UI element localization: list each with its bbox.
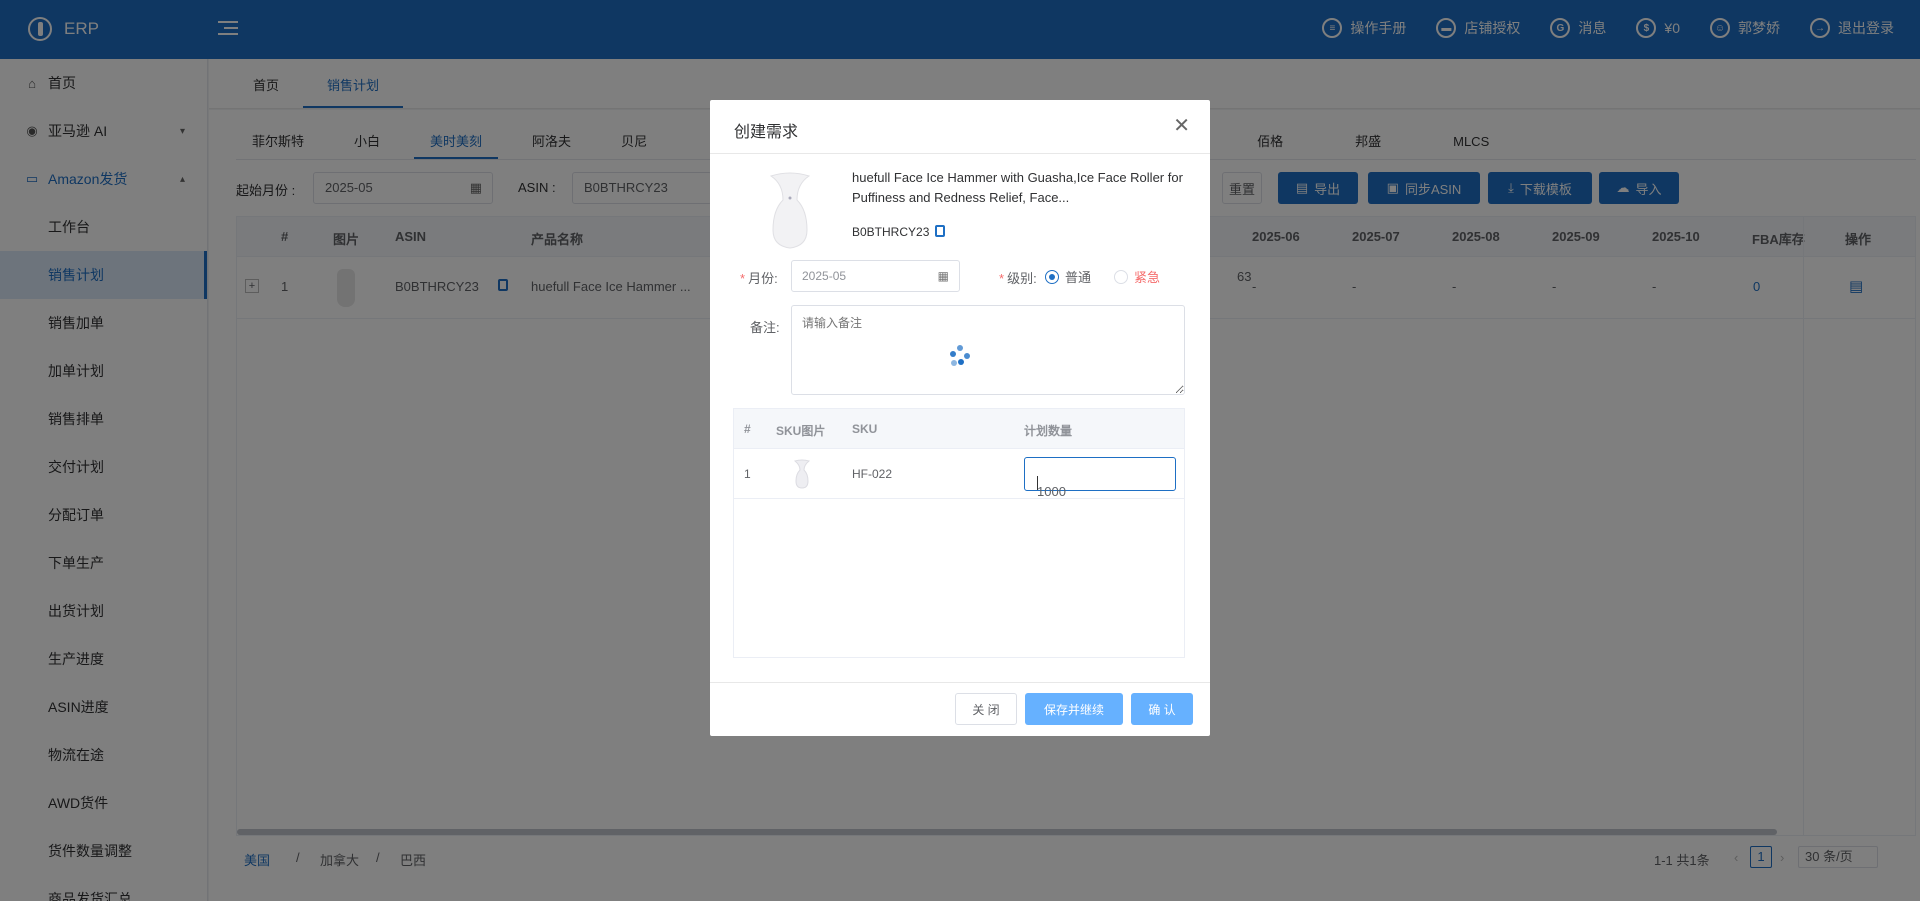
sku-col-index: # xyxy=(744,422,751,436)
month-label-text: 月份: xyxy=(748,271,778,286)
required-mark: * xyxy=(740,271,746,286)
sku-code: HF-022 xyxy=(852,467,893,481)
sku-table: # SKU图片 SKU 计划数量 1 HF-022 1000 xyxy=(733,408,1185,658)
product-image xyxy=(769,172,811,249)
planned-quantity-value: 1000 xyxy=(1037,484,1066,499)
create-demand-dialog: 创建需求 ✕ huefull Face Ice Hammer with Guas… xyxy=(710,100,1210,736)
confirm-button[interactable]: 确 认 xyxy=(1131,693,1193,725)
sku-thumbnail xyxy=(794,459,810,489)
level-normal-label: 普通 xyxy=(1065,270,1092,285)
product-name: huefull Face Ice Hammer with Guasha,Ice … xyxy=(852,170,1183,205)
dialog-title: 创建需求 xyxy=(734,124,799,141)
save-continue-button[interactable]: 保存并继续 xyxy=(1025,693,1123,725)
dialog-header: 创建需求 ✕ xyxy=(710,100,1210,154)
sku-table-header: # SKU图片 SKU 计划数量 xyxy=(734,409,1184,449)
month-picker[interactable]: 2025-05 ▦ xyxy=(791,260,960,292)
sku-col-qty: 计划数量 xyxy=(1024,424,1073,438)
close-button[interactable]: 关 闭 xyxy=(955,693,1017,725)
sku-row-index: 1 xyxy=(744,467,751,481)
copy-icon[interactable] xyxy=(935,225,946,237)
sku-row: 1 HF-022 1000 xyxy=(734,449,1184,499)
text-cursor xyxy=(1037,476,1038,490)
loading-spinner-icon xyxy=(948,345,972,369)
month-label: * 月份: xyxy=(740,268,778,287)
dialog-footer: 关 闭 保存并继续 确 认 xyxy=(710,682,1210,736)
close-icon[interactable]: ✕ xyxy=(1173,116,1190,136)
level-urgent-label: 紧急 xyxy=(1134,270,1161,285)
note-textarea[interactable] xyxy=(791,305,1185,395)
planned-quantity-input[interactable]: 1000 xyxy=(1024,457,1176,499)
product-asin: B0BTHRCY23 xyxy=(852,225,946,239)
sku-col-image: SKU图片 xyxy=(776,424,826,438)
calendar-icon: ▦ xyxy=(937,269,949,283)
required-mark: * xyxy=(999,271,1005,286)
radio-unchecked-icon xyxy=(1114,269,1128,284)
note-label: 备注: xyxy=(750,320,780,335)
asin-text: B0BTHRCY23 xyxy=(852,225,930,239)
level-label: * 级别: xyxy=(999,268,1037,287)
sku-col-sku: SKU xyxy=(852,422,878,436)
level-normal-radio[interactable]: 普通 xyxy=(1045,267,1091,286)
level-urgent-radio[interactable]: 紧急 xyxy=(1114,267,1160,286)
month-value: 2025-05 xyxy=(802,269,847,283)
level-label-text: 级别: xyxy=(1007,271,1037,286)
radio-checked-icon xyxy=(1045,269,1059,284)
